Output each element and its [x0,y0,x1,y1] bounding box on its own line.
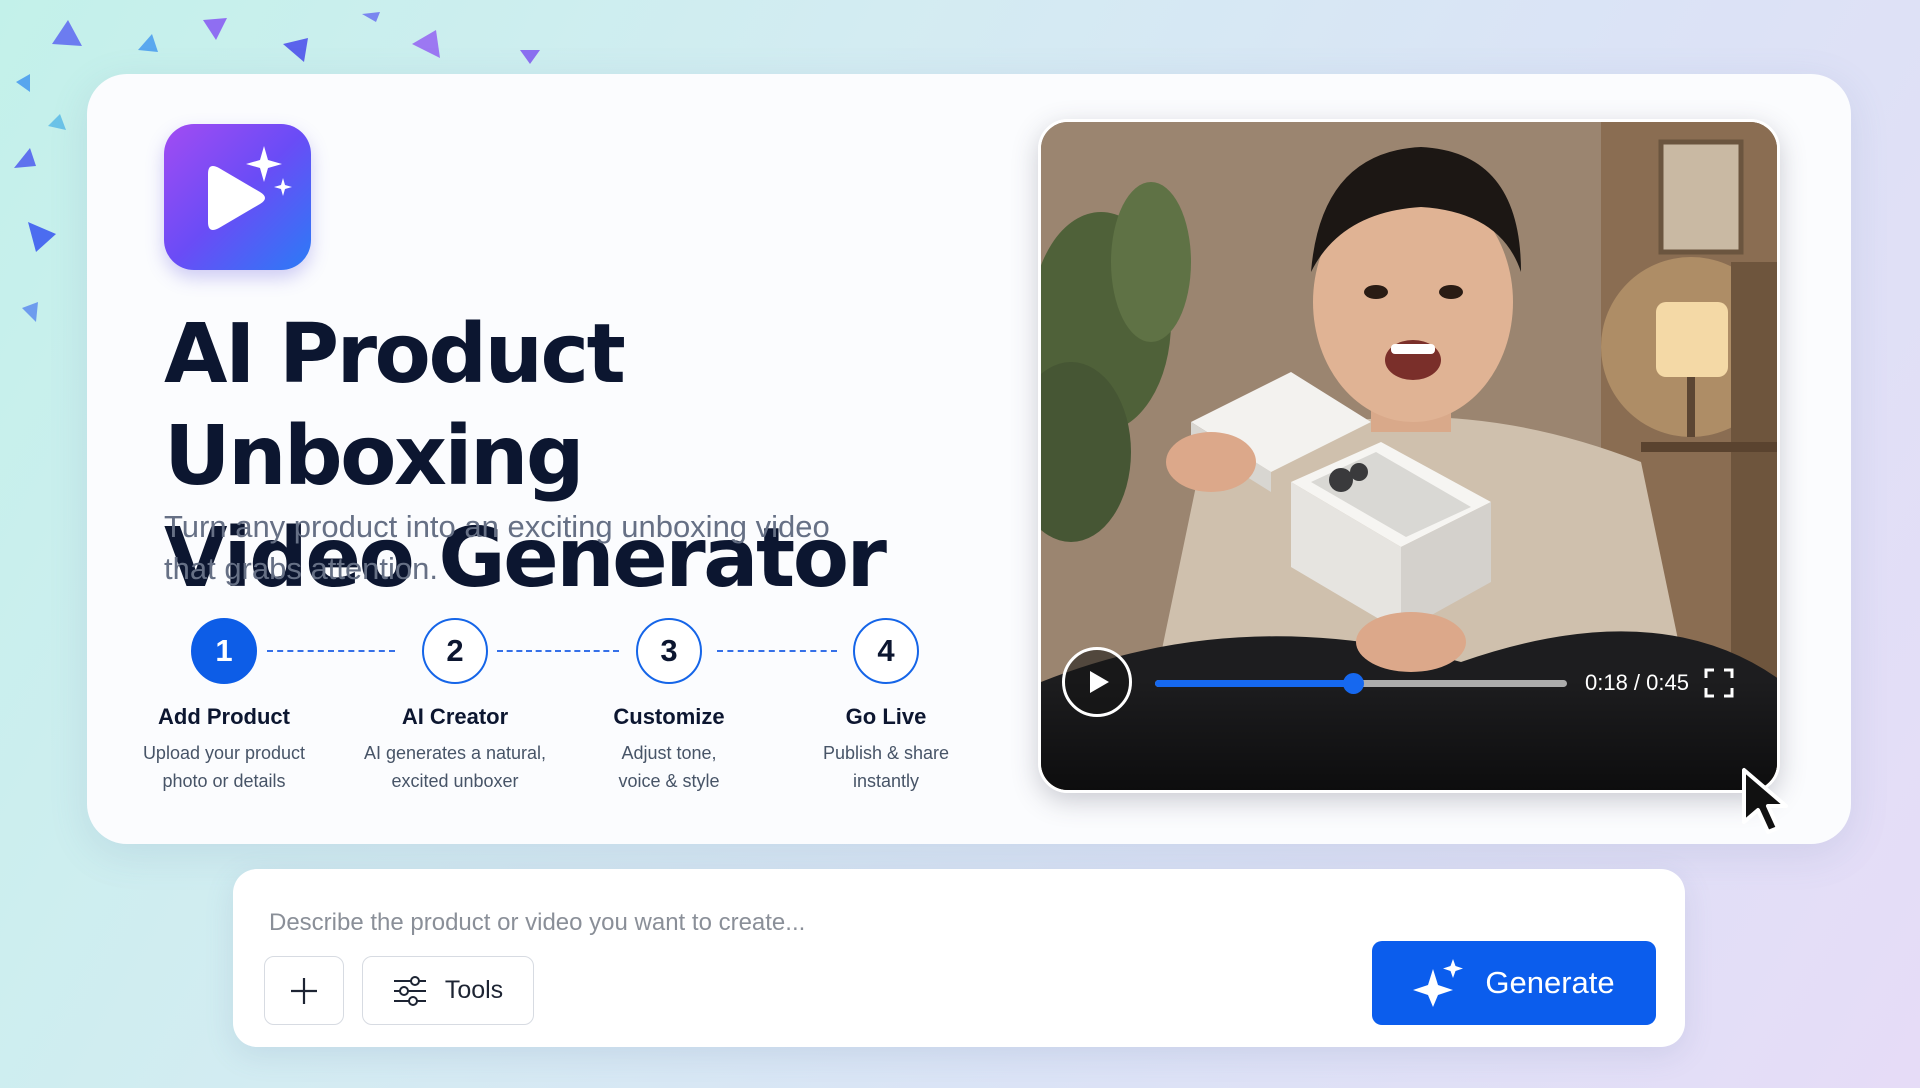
step-number: 4 [853,618,919,684]
prompt-input[interactable] [269,903,1369,943]
video-progress-bar[interactable] [1155,673,1567,694]
tools-label: Tools [444,976,504,1004]
video-player[interactable]: 0:18 / 0:45 [1038,119,1780,793]
play-button[interactable] [1062,647,1132,717]
video-progress-fill [1155,680,1353,687]
step-desc-line: Publish & share [822,743,950,763]
generate-button[interactable]: Generate [1372,941,1656,1025]
step-description: Publish & share instantly [776,739,996,795]
play-icon [1090,671,1109,693]
fullscreen-button[interactable] [1704,668,1734,698]
step-description: Adjust tone, voice & style [559,739,779,795]
step-title: Add Product [158,704,290,729]
step-title: AI Creator [401,704,509,729]
generate-label: Generate [1485,965,1615,1000]
prompt-panel: Tools Generate [233,869,1685,1047]
title-line-1: AI Product Unboxing [164,307,626,504]
fullscreen-icon [1704,668,1734,698]
step-ai-creator[interactable]: 2 AI Creator AI generates a natural, exc… [345,618,565,795]
sliders-icon [393,975,426,1006]
add-button[interactable] [264,956,344,1025]
step-title: Customize [613,704,725,729]
step-desc-line: voice & style [618,771,720,791]
step-title: Go Live [845,704,927,729]
mouse-cursor-icon [1742,768,1788,834]
step-go-live[interactable]: 4 Go Live Publish & share instantly [776,618,996,795]
step-desc-line: Upload your product [142,743,306,763]
subtitle-line-2: that grabs attention. [164,551,439,586]
video-time-display: 0:18 / 0:45 [1585,670,1689,695]
play-sparkle-icon [164,124,311,270]
step-desc-line: AI generates a natural, [363,743,547,763]
step-desc-line: Adjust tone, [621,743,717,763]
subtitle-line-1: Turn any product into an exciting unboxi… [164,509,830,544]
step-description: AI generates a natural, excited unboxer [345,739,565,795]
step-number: 1 [191,618,257,684]
step-number: 2 [422,618,488,684]
step-desc-line: excited unboxer [391,771,519,791]
video-progress-thumb[interactable] [1342,673,1364,694]
step-description: Upload your product photo or details [114,739,334,795]
tools-button[interactable]: Tools [362,956,534,1025]
step-desc-line: photo or details [162,771,286,791]
sparkle-icon [1413,959,1464,1007]
main-card: AI Product Unboxing Video Generator Turn… [87,74,1851,844]
step-desc-line: instantly [852,771,920,791]
step-add-product[interactable]: 1 Add Product Upload your product photo … [114,618,334,795]
step-customize[interactable]: 3 Customize Adjust tone, voice & style [559,618,779,795]
step-number: 3 [636,618,702,684]
video-controls-overlay [1041,680,1777,790]
plus-icon [291,977,317,1004]
page-subtitle: Turn any product into an exciting unboxi… [164,506,924,590]
